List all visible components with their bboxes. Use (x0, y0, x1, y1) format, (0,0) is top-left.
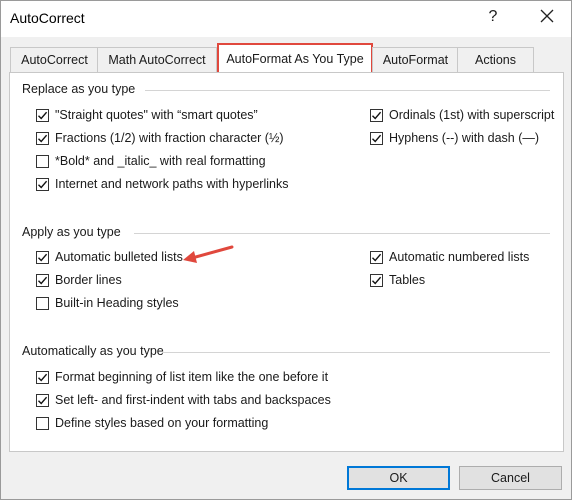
checkbox[interactable] (370, 250, 383, 264)
checkbox-label: Automatic numbered lists (389, 250, 530, 264)
tab-math-autocorrect[interactable]: Math AutoCorrect (97, 47, 217, 72)
checkbox-bold-italic[interactable]: *Bold* and _italic_ with real formatting (36, 152, 266, 170)
checkbox-bulleted-lists[interactable]: Automatic bulleted lists (36, 248, 183, 266)
dialog-title: AutoCorrect (10, 10, 85, 26)
checkbox-fractions[interactable]: Fractions (1/2) with fraction character … (36, 129, 284, 147)
close-icon[interactable] (538, 7, 556, 25)
cancel-button[interactable]: Cancel (459, 466, 562, 490)
checkbox-label: Border lines (55, 273, 122, 287)
group-title-replace: Replace as you type (22, 82, 142, 96)
tab-autoformat[interactable]: AutoFormat (372, 47, 459, 72)
group-title-apply: Apply as you type (22, 225, 127, 239)
checkbox-label: Hyphens (--) with dash (—) (389, 131, 540, 145)
checkbox-heading-styles[interactable]: Built-in Heading styles (36, 294, 179, 312)
checkbox[interactable] (36, 108, 49, 122)
checkbox-tables[interactable]: Tables (370, 271, 425, 289)
checkbox[interactable] (36, 416, 49, 430)
checkbox[interactable] (36, 250, 49, 264)
checkbox-format-list-item[interactable]: Format beginning of list item like the o… (36, 368, 328, 386)
checkbox-label: Internet and network paths with hyperlin… (55, 177, 289, 191)
tab-panel: Replace as you type "Straight quotes" wi… (9, 72, 564, 452)
checkbox[interactable] (370, 131, 383, 145)
tab-autocorrect[interactable]: AutoCorrect (10, 47, 99, 72)
checkbox-set-indent[interactable]: Set left- and first-indent with tabs and… (36, 391, 331, 409)
group-divider (145, 90, 550, 91)
checkbox[interactable] (36, 296, 49, 310)
checkbox-label: "Straight quotes" with “smart quotes” (55, 108, 258, 122)
group-divider (134, 233, 550, 234)
checkbox-label: Ordinals (1st) with superscript (389, 108, 555, 122)
autocorrect-dialog: AutoCorrect ? AutoCorrect Math AutoCorre… (0, 0, 572, 500)
annotation-arrow-icon (183, 245, 234, 263)
checkbox-straight-quotes[interactable]: "Straight quotes" with “smart quotes” (36, 106, 258, 124)
checkbox-hyphens[interactable]: Hyphens (--) with dash (—) (370, 129, 539, 147)
checkbox[interactable] (370, 273, 383, 287)
group-title-automatically: Automatically as you type (22, 344, 170, 358)
checkbox[interactable] (36, 370, 49, 384)
checkbox-label: Fractions (1/2) with fraction character … (55, 131, 284, 145)
group-divider (162, 352, 550, 353)
checkbox-label: Built-in Heading styles (55, 296, 179, 310)
tab-strip: AutoCorrect Math AutoCorrect AutoFormat … (1, 43, 571, 76)
ok-button[interactable]: OK (347, 466, 450, 490)
checkbox[interactable] (370, 108, 383, 122)
checkbox[interactable] (36, 393, 49, 407)
checkbox[interactable] (36, 154, 49, 168)
checkbox-hyperlinks[interactable]: Internet and network paths with hyperlin… (36, 175, 288, 193)
checkbox-label: Set left- and first-indent with tabs and… (55, 393, 331, 407)
checkbox-define-styles[interactable]: Define styles based on your formatting (36, 414, 268, 432)
checkbox[interactable] (36, 131, 49, 145)
checkbox-ordinals[interactable]: Ordinals (1st) with superscript (370, 106, 554, 124)
checkbox-label: *Bold* and _italic_ with real formatting (55, 154, 266, 168)
checkbox-label: Format beginning of list item like the o… (55, 370, 329, 384)
checkbox[interactable] (36, 273, 49, 287)
help-button[interactable]: ? (484, 8, 502, 26)
checkbox-numbered-lists[interactable]: Automatic numbered lists (370, 248, 529, 266)
checkbox-label: Tables (389, 273, 426, 287)
checkbox-label: Define styles based on your formatting (55, 416, 269, 430)
title-bar: AutoCorrect ? (1, 1, 571, 37)
tab-actions[interactable]: Actions (457, 47, 534, 72)
checkbox[interactable] (36, 177, 49, 191)
checkbox-border-lines[interactable]: Border lines (36, 271, 122, 289)
checkbox-label: Automatic bulleted lists (55, 250, 183, 264)
